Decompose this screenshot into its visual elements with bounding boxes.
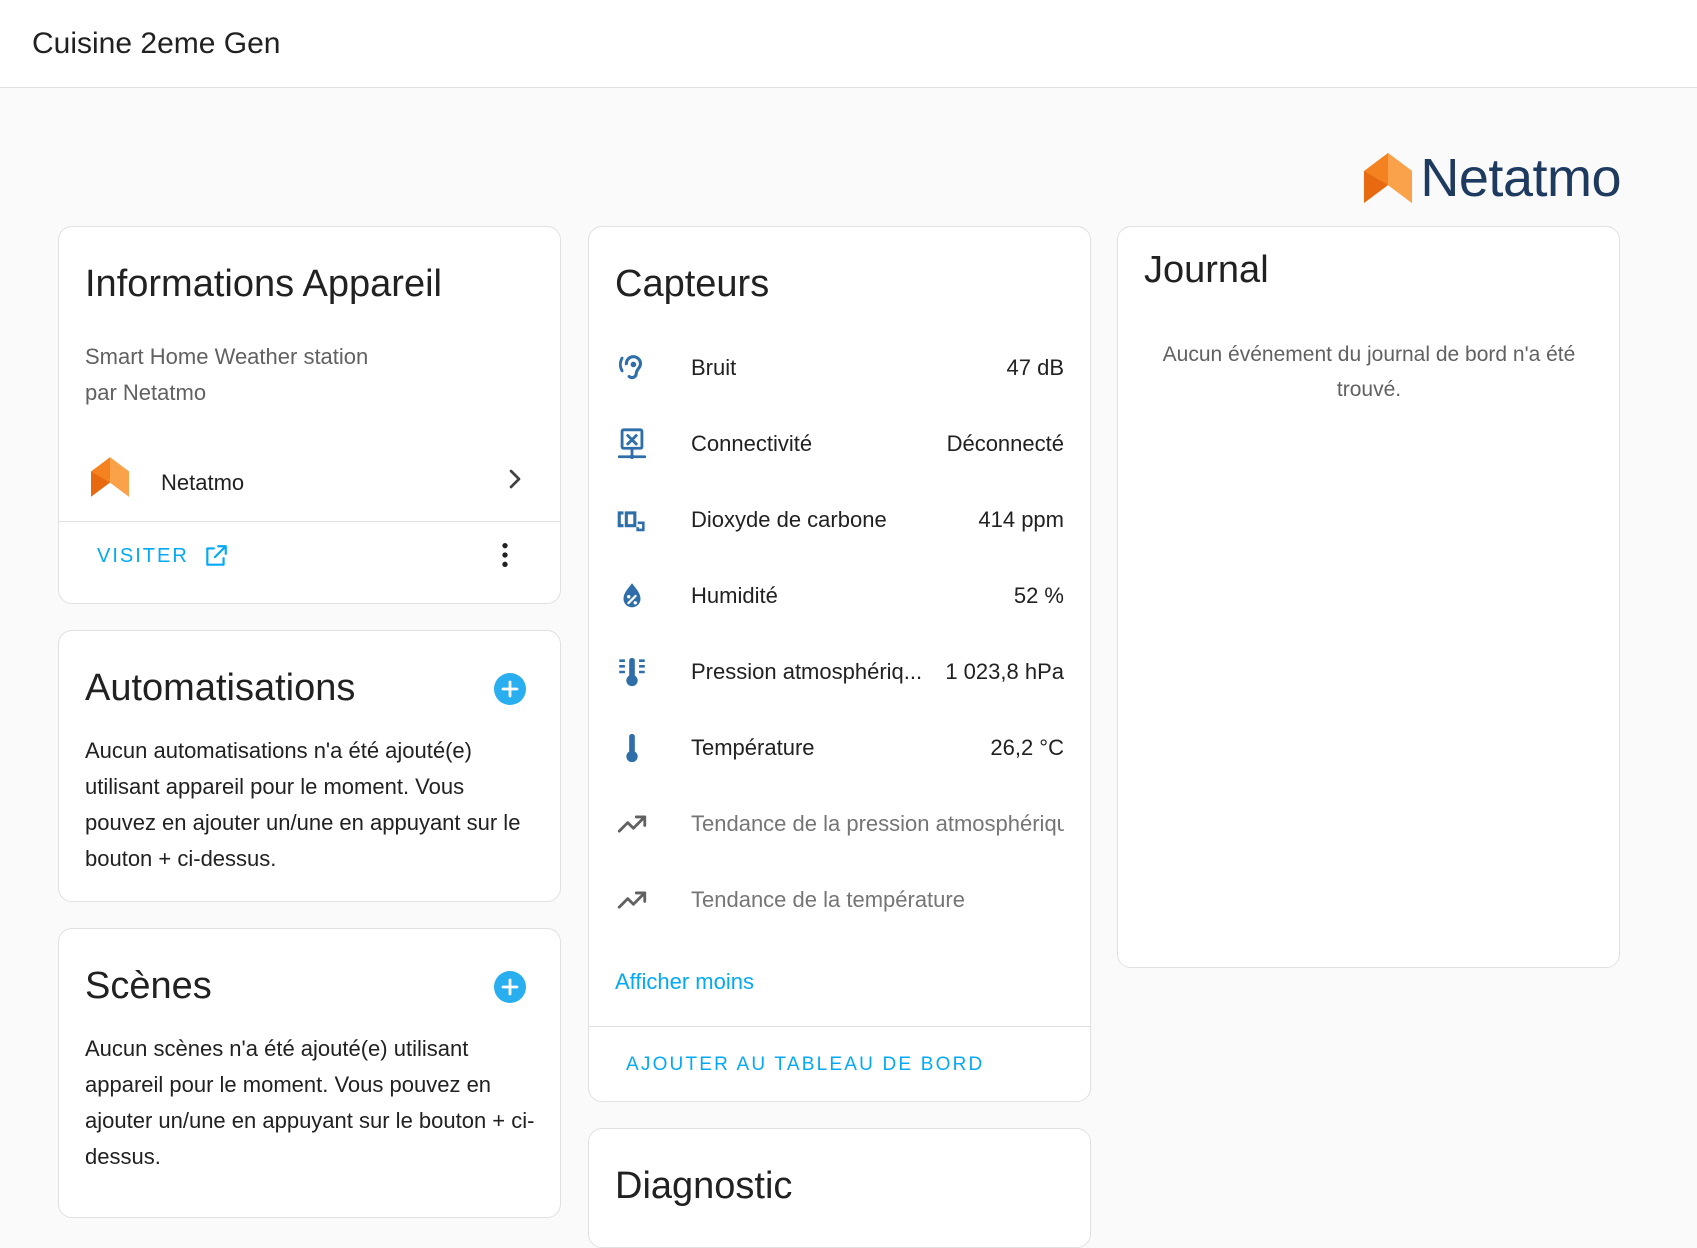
sensor-row-connectivity[interactable]: Connectivité Déconnecté — [589, 413, 1090, 473]
more-vert-icon[interactable] — [489, 539, 521, 571]
trending-up-icon — [617, 815, 647, 833]
sensors-card: Capteurs Bruit 47 dB Connectivité Déconn… — [588, 226, 1091, 1102]
sensor-label: Température — [691, 735, 815, 760]
integration-name: Netatmo — [161, 470, 245, 495]
scenes-title: Scènes — [85, 965, 212, 1007]
sensor-value: 1 023,8 hPa — [945, 659, 1064, 684]
brand-name: Netatmo — [1420, 148, 1621, 208]
sensor-label: Pression atmosphériq... — [691, 659, 923, 684]
netatmo-integration-icon — [91, 457, 129, 497]
add-automation-button[interactable] — [494, 673, 526, 705]
sensor-label: Dioxyde de carbone — [691, 507, 887, 532]
sensors-title: Capteurs — [615, 263, 770, 305]
sensor-value: 414 ppm — [978, 507, 1064, 532]
sensor-value: Déconnecté — [946, 431, 1064, 456]
co2-icon — [617, 511, 645, 532]
sensor-row-pressure-trend[interactable]: Tendance de la pression atmosphérique — [589, 793, 1090, 853]
add-scene-button[interactable] — [494, 971, 526, 1003]
scenes-empty-text: Aucun scènes n'a été ajouté(e) utilisant… — [85, 1036, 535, 1169]
journal-empty-text: Aucun événement du journal de bord n'a é… — [1162, 343, 1576, 401]
visit-button[interactable]: VISITER — [97, 543, 229, 569]
sensor-value: 47 dB — [1006, 355, 1065, 380]
device-model-info: Smart Home Weather station par Netatmo — [85, 339, 368, 411]
divider — [588, 1026, 1091, 1027]
sensor-row-humidity[interactable]: Humidité 52 % — [589, 565, 1090, 625]
scenes-card: Scènes Aucun scènes n'a été ajouté(e) ut… — [58, 928, 561, 1218]
journal-title: Journal — [1144, 249, 1269, 291]
brand-logo: Netatmo — [1364, 148, 1621, 208]
show-less-link[interactable]: Afficher moins — [615, 969, 754, 995]
chevron-right-icon — [509, 469, 521, 489]
automations-card: Automatisations Aucun automatisations n'… — [58, 630, 561, 902]
device-info-card: Informations Appareil Smart Home Weather… — [58, 226, 561, 604]
plus-icon — [501, 978, 519, 996]
plus-icon — [501, 680, 519, 698]
open-in-new-icon — [206, 545, 227, 566]
netatmo-logo-icon — [1364, 153, 1413, 203]
sensor-value: 26,2 °C — [990, 735, 1064, 760]
sensor-row-temperature-trend[interactable]: Tendance de la température — [589, 869, 1090, 929]
diagnostic-card: Diagnostic — [588, 1128, 1091, 1248]
sensor-row-pressure[interactable]: Pression atmosphériq... 1 023,8 hPa — [589, 641, 1090, 701]
automations-title: Automatisations — [85, 667, 356, 709]
ear-icon — [619, 355, 643, 380]
journal-card: Journal Aucun événement du journal de bo… — [1117, 226, 1620, 968]
thermometer-lines-icon — [619, 657, 645, 687]
divider — [59, 521, 560, 522]
device-info-title: Informations Appareil — [85, 263, 442, 305]
sensor-label: Tendance de la température — [691, 887, 965, 912]
sensor-row-co2[interactable]: Dioxyde de carbone 414 ppm — [589, 489, 1090, 549]
water-percent-icon — [623, 583, 641, 608]
sensor-value: 52 % — [1013, 583, 1064, 608]
top-app-bar: Cuisine 2eme Gen — [0, 0, 1697, 88]
sensor-label: Connectivité — [691, 431, 813, 456]
automations-empty-text: Aucun automatisations n'a été ajouté(e) … — [85, 738, 521, 871]
page-title: Cuisine 2eme Gen — [32, 26, 281, 60]
sensor-label: Bruit — [691, 355, 737, 380]
device-model: Smart Home Weather station — [85, 344, 369, 369]
visit-label: VISITER — [97, 544, 189, 567]
device-manufacturer: par Netatmo — [85, 380, 207, 405]
diagnostic-title: Diagnostic — [615, 1165, 793, 1207]
trending-up-icon — [617, 891, 647, 909]
add-to-dashboard-button[interactable]: AJOUTER AU TABLEAU DE BORD — [626, 1054, 984, 1076]
sensor-label: Tendance de la pression atmosphérique — [691, 811, 1064, 836]
sensor-row-noise[interactable]: Bruit 47 dB — [589, 337, 1090, 397]
thermometer-icon — [626, 733, 638, 763]
sensor-label: Humidité — [691, 583, 778, 608]
sensor-row-temperature[interactable]: Température 26,2 °C — [589, 717, 1090, 777]
network-off-icon — [617, 428, 647, 460]
